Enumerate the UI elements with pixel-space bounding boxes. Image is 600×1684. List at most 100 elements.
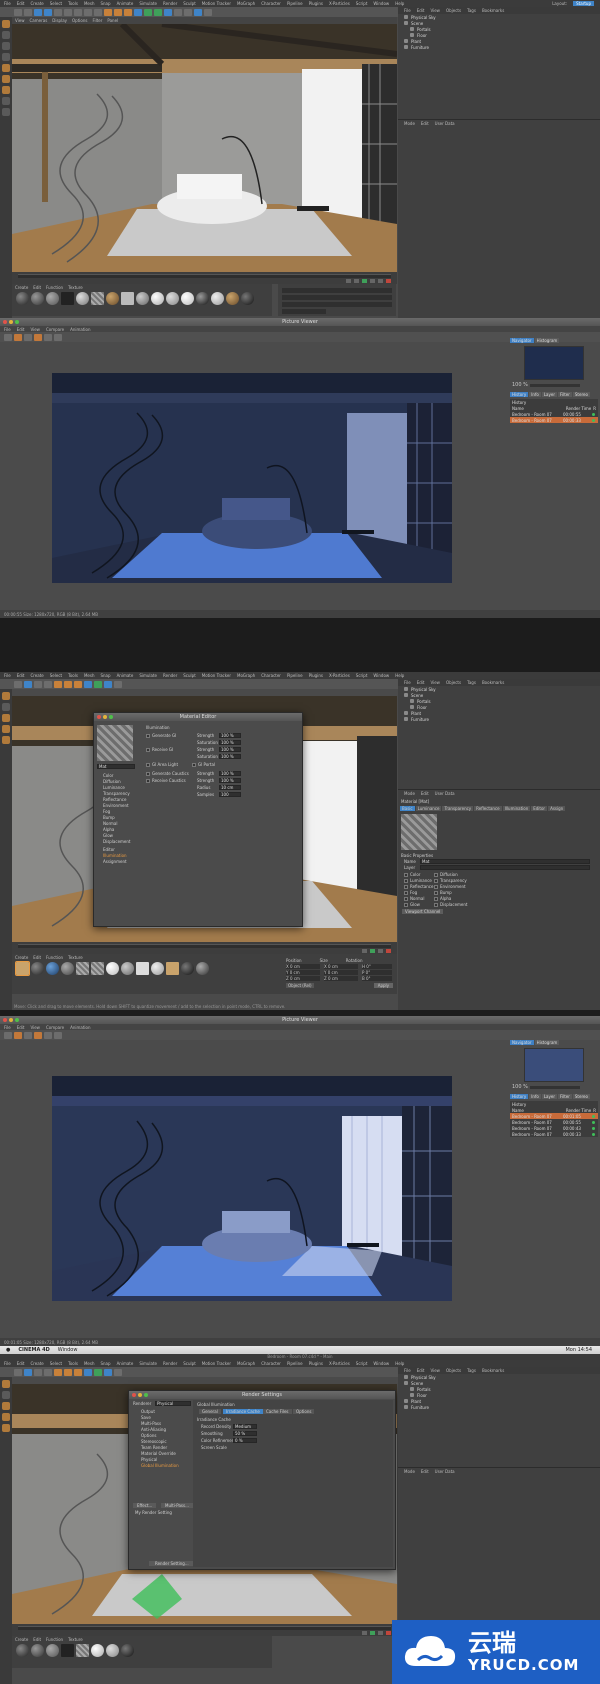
ab-compare-icon[interactable] (44, 333, 52, 341)
channel-bump[interactable]: Bump (103, 815, 115, 820)
gi-tab-irradiance-cache[interactable]: Irradiance Cache (223, 1409, 263, 1414)
attr-menu-edit[interactable]: Edit (421, 121, 429, 126)
menu-script[interactable]: Script (356, 1, 368, 6)
undo-icon[interactable] (14, 680, 22, 688)
tab-filter[interactable]: Filter (557, 392, 572, 397)
om-menu-bookmarks[interactable]: Bookmarks (482, 8, 504, 13)
material-ball[interactable] (106, 1644, 119, 1657)
tab-history[interactable]: History (510, 392, 529, 397)
mat-menu-create[interactable]: Create (15, 955, 28, 960)
render-icon[interactable] (14, 1031, 22, 1039)
menu-animate[interactable]: Animate (117, 1361, 134, 1366)
menu-help[interactable]: Help (395, 1, 404, 6)
light-icon[interactable] (114, 680, 122, 688)
scale-icon[interactable] (34, 1368, 42, 1376)
material-ball[interactable] (121, 1644, 134, 1657)
menu-simulate[interactable]: Simulate (139, 673, 157, 678)
mat-menu-create[interactable]: Create (15, 1637, 28, 1642)
attr-menu-mode[interactable]: Mode (404, 121, 415, 126)
material-ball[interactable] (91, 292, 104, 305)
vp-menu-filter[interactable]: Filter (92, 18, 102, 23)
samples-field[interactable]: 100 (219, 792, 241, 797)
app-name[interactable]: CINEMA 4D (18, 1347, 49, 1353)
attr-tab-assign[interactable]: Assign (548, 806, 566, 811)
opt-fog-checkbox[interactable] (404, 891, 408, 895)
tab-filter[interactable]: Filter (557, 1094, 572, 1099)
menu-render[interactable]: Render (163, 1361, 177, 1366)
texture-mode-icon[interactable] (2, 42, 10, 50)
material-ball[interactable] (121, 962, 134, 975)
menu-mesh[interactable]: Mesh (84, 1361, 95, 1366)
scale-icon[interactable] (34, 680, 42, 688)
menu-select[interactable]: Select (50, 1, 62, 6)
points-mode-icon[interactable] (2, 64, 10, 72)
attr-tab-luminance[interactable]: Luminance (415, 806, 442, 811)
menu-xparticles[interactable]: X-Particles (329, 1, 350, 6)
attr-menu-edit[interactable]: Edit (421, 791, 429, 796)
model-mode-icon[interactable] (2, 1391, 10, 1399)
go-end-icon[interactable] (378, 949, 383, 953)
stop-icon[interactable] (24, 333, 32, 341)
renderer-dropdown[interactable]: Physical (155, 1401, 191, 1406)
render-settings-icon[interactable] (124, 8, 132, 16)
material-ball[interactable] (15, 961, 30, 976)
record-density-dropdown[interactable]: Medium (233, 1424, 257, 1429)
rot-p-field[interactable]: P 0° (362, 970, 392, 975)
make-editable-icon[interactable] (2, 20, 10, 28)
om-menu-objects[interactable]: Objects (446, 8, 461, 13)
enable-axis-icon[interactable] (2, 97, 10, 105)
material-ball[interactable] (106, 962, 119, 975)
receive-strength-field[interactable]: 100 % (219, 747, 241, 752)
timeline-ruler[interactable] (18, 274, 391, 278)
gi-tab-general[interactable]: General (199, 1409, 221, 1414)
move-icon[interactable] (24, 1368, 32, 1376)
pv-menu-edit[interactable]: Edit (17, 327, 25, 332)
menu-edit[interactable]: Edit (17, 1361, 25, 1366)
attr-menu-mode[interactable]: Mode (404, 1469, 415, 1474)
menu-motion-tracker[interactable]: Motion Tracker (202, 1361, 231, 1366)
menu-mograph[interactable]: MoGraph (237, 673, 255, 678)
om-menu-edit[interactable]: Edit (417, 680, 425, 685)
timeline-3[interactable] (12, 1624, 397, 1636)
om-menu-bookmarks[interactable]: Bookmarks (482, 680, 504, 685)
gi-tab-options[interactable]: Options (293, 1409, 315, 1414)
edges-mode-icon[interactable] (2, 725, 10, 733)
mat-menu-texture[interactable]: Texture (68, 1637, 83, 1642)
material-ball[interactable] (31, 962, 44, 975)
menu-character[interactable]: Character (261, 1361, 281, 1366)
vp-menu-panel[interactable]: Panel (107, 18, 118, 23)
rotate-icon[interactable] (44, 1368, 52, 1376)
menu-animate[interactable]: Animate (117, 1, 134, 6)
om-menu-tags[interactable]: Tags (467, 680, 476, 685)
timeline-ruler[interactable] (18, 944, 391, 948)
save-icon[interactable] (4, 333, 12, 341)
menu-plugins[interactable]: Plugins (309, 673, 323, 678)
snap-icon[interactable] (2, 108, 10, 116)
render-view-icon[interactable] (54, 1368, 62, 1376)
material-ball[interactable] (46, 962, 59, 975)
layout-dropdown[interactable]: Startup (573, 1, 594, 6)
cube-icon[interactable] (84, 1368, 92, 1376)
material-ball[interactable] (196, 292, 209, 305)
mat-menu-function[interactable]: Function (46, 1637, 63, 1642)
menu-mograph[interactable]: MoGraph (237, 1, 255, 6)
record-icon[interactable] (386, 279, 391, 283)
polygons-mode-icon[interactable] (2, 86, 10, 94)
mat-menu-create[interactable]: Create (15, 285, 28, 290)
zoom-slider[interactable] (529, 383, 580, 387)
layer-field[interactable] (420, 865, 590, 870)
material-ball[interactable] (136, 962, 149, 975)
material-ball[interactable] (61, 962, 74, 975)
history-row[interactable]: Bedroom - Room 07 00:00:33 (510, 417, 598, 423)
rs-item-stereoscopic[interactable]: Stereoscopic (141, 1439, 167, 1444)
size-y-field[interactable]: Y 0 cm (324, 970, 358, 975)
navigator-thumbnail[interactable] (524, 346, 584, 380)
camera-icon[interactable] (104, 1368, 112, 1376)
channel-assignment[interactable]: Assignment (103, 859, 127, 864)
mat-menu-edit[interactable]: Edit (33, 955, 41, 960)
opt-color-checkbox[interactable] (404, 873, 408, 877)
gi-portal-checkbox[interactable] (192, 763, 196, 767)
redo-icon[interactable] (24, 8, 32, 16)
generate-caustics-checkbox[interactable] (146, 772, 150, 776)
object-row[interactable]: Furniture (398, 1404, 600, 1410)
